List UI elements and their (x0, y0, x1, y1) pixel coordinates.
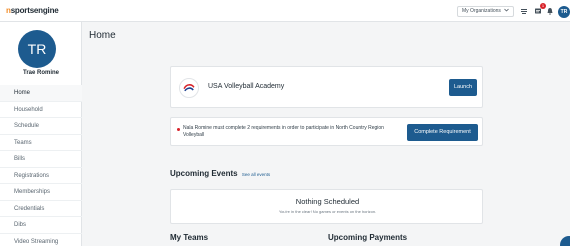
requirement-alert: Nala Romine must complete 2 requirements… (170, 117, 483, 146)
my-teams-heading: My Teams (170, 233, 209, 242)
user-name: Trae Romine (22, 70, 59, 76)
sidebar-item-home[interactable]: Home (0, 85, 82, 102)
launch-button[interactable]: Launch (449, 79, 477, 96)
page-title: Home (89, 30, 116, 41)
empty-state-subtitle: You're in the clear! No games or events … (278, 209, 377, 214)
upcoming-events-card: Nothing Scheduled You're in the clear! N… (170, 189, 483, 224)
avatar[interactable]: TR (18, 30, 56, 68)
organization-name[interactable]: USA Volleyball Academy (208, 83, 284, 90)
requirement-text: Nala Romine must complete 2 requirements… (183, 125, 384, 138)
alert-dot-icon (177, 128, 180, 131)
sportsengine-logo[interactable]: nsportsengine (6, 6, 59, 15)
help-icon[interactable] (560, 236, 570, 246)
sidebar-item-bills[interactable]: Bills (0, 151, 82, 168)
sidebar-item-memberships[interactable]: Memberships (0, 184, 82, 201)
messages-icon[interactable]: 1 (533, 3, 546, 16)
sidebar-item-dibs[interactable]: Dibs (0, 217, 82, 234)
logo-text: sportsengine (10, 6, 59, 15)
organization-card: USA Volleyball Academy Launch (170, 66, 483, 108)
sidebar-item-teams[interactable]: Teams (0, 135, 82, 151)
sidebar-item-credentials[interactable]: Credentials (0, 201, 82, 217)
chat-icon[interactable] (519, 6, 529, 16)
sidebar-item-registrations[interactable]: Registrations (0, 168, 82, 184)
user-avatar-button[interactable]: TR (558, 6, 570, 18)
sidebar-item-video-streaming[interactable]: Video Streaming (0, 234, 82, 246)
chevron-down-icon (504, 6, 509, 17)
see-all-events-link[interactable]: See all events (242, 172, 270, 177)
empty-state-title: Nothing Scheduled (295, 197, 360, 206)
bell-icon[interactable] (545, 6, 555, 16)
top-bar: nsportsengine My Organizations 1 TR (0, 0, 570, 22)
sidebar: TR Trae Romine Home Household Schedule T… (0, 22, 82, 246)
sidebar-nav: Home Household Schedule Teams Bills Regi… (0, 85, 82, 246)
my-organizations-dropdown[interactable]: My Organizations (457, 6, 514, 17)
upcoming-events-heading: Upcoming Events See all events (170, 169, 270, 178)
usa-volleyball-logo-icon (179, 78, 199, 98)
my-organizations-label: My Organizations (462, 8, 501, 14)
sidebar-item-schedule[interactable]: Schedule (0, 118, 82, 135)
upcoming-payments-heading: Upcoming Payments (328, 233, 408, 242)
upcoming-events-title: Upcoming Events (170, 169, 238, 178)
sidebar-item-household[interactable]: Household (0, 102, 82, 118)
complete-requirement-button[interactable]: Complete Requirement (407, 124, 478, 141)
